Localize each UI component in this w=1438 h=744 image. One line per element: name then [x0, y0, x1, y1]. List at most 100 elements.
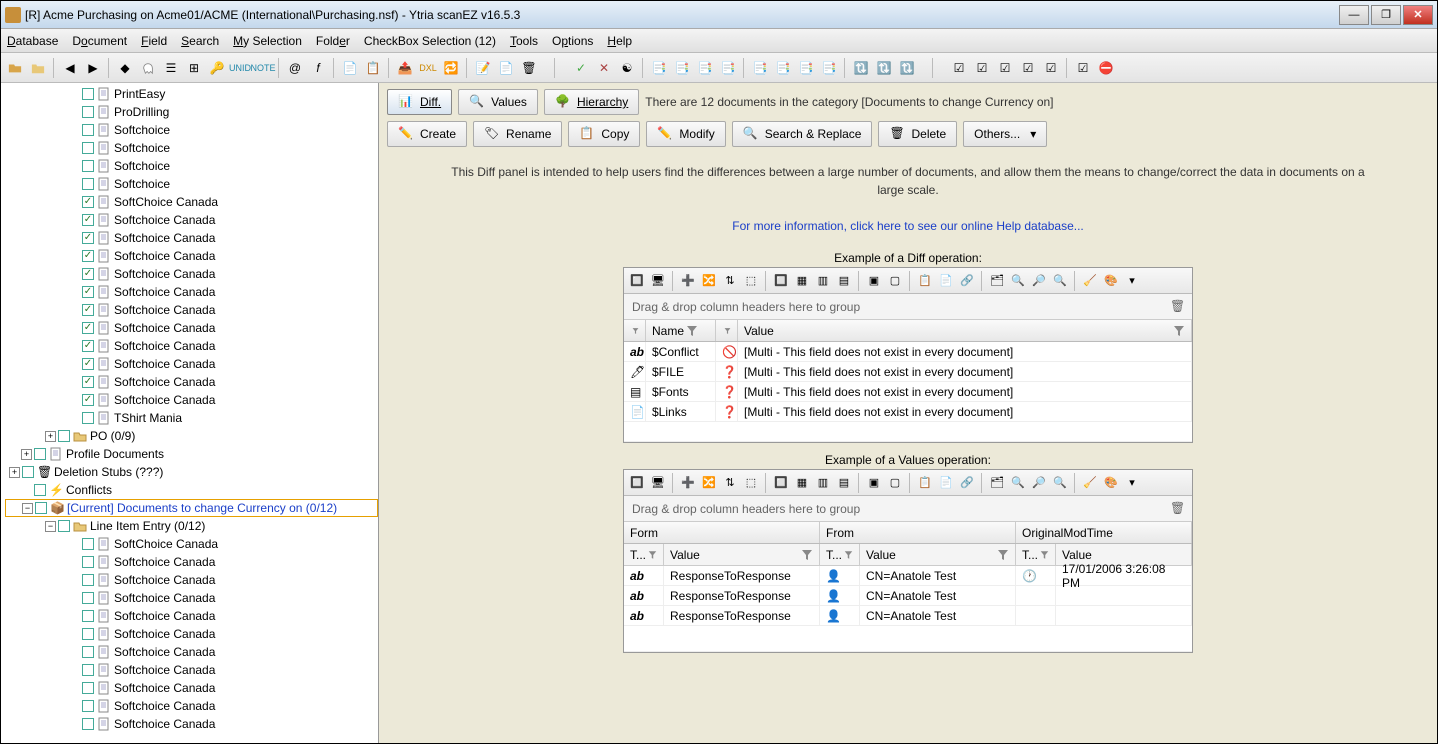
- tree-icon[interactable]: ⊞: [184, 58, 204, 78]
- grid-tb-icon[interactable]: ➕: [679, 272, 697, 290]
- checkbox[interactable]: [82, 268, 94, 280]
- checkbox[interactable]: [82, 160, 94, 172]
- grid1-group-zone[interactable]: Drag & drop column headers here to group…: [624, 294, 1192, 320]
- tree-item[interactable]: Softchoice Canada: [5, 283, 378, 301]
- checkbox[interactable]: [82, 682, 94, 694]
- grid2-group-zone[interactable]: Drag & drop column headers here to group…: [624, 496, 1192, 522]
- tree-item[interactable]: Softchoice Canada: [5, 697, 378, 715]
- tb-f-icon[interactable]: 📑: [773, 58, 793, 78]
- menu-field[interactable]: Field: [141, 34, 167, 48]
- export-icon[interactable]: 📤: [395, 58, 415, 78]
- checkbox[interactable]: [35, 502, 47, 514]
- expand-icon[interactable]: +: [45, 431, 56, 442]
- tree-item[interactable]: Softchoice: [5, 139, 378, 157]
- tb-g-icon[interactable]: 📑: [796, 58, 816, 78]
- trash-icon[interactable]: 🗑: [519, 58, 539, 78]
- grid2-sub-t2[interactable]: T...: [820, 544, 860, 565]
- grid-tb-icon[interactable]: 🔲: [772, 272, 790, 290]
- grid-tb-icon[interactable]: 📄: [937, 272, 955, 290]
- grid-tb-icon[interactable]: 🔎: [1030, 272, 1048, 290]
- grid-tb-icon[interactable]: 📄: [937, 474, 955, 492]
- check-icon[interactable]: ✓: [571, 58, 591, 78]
- hierarchy-button[interactable]: 🌳Hierarchy: [544, 89, 639, 115]
- grid2-row[interactable]: ab ResponseToResponse 👤 CN=Anatole Test …: [624, 566, 1192, 586]
- rename-button[interactable]: 🏷Rename: [473, 121, 562, 147]
- tree-item[interactable]: + PO (0/9): [5, 427, 378, 445]
- checkbox[interactable]: [82, 646, 94, 658]
- diff-button[interactable]: 📊Diff.: [387, 89, 452, 115]
- checkbox[interactable]: [82, 592, 94, 604]
- tree-item[interactable]: Softchoice Canada: [5, 625, 378, 643]
- tree-item[interactable]: Softchoice Canada: [5, 211, 378, 229]
- tree-item[interactable]: SoftChoice Canada: [5, 193, 378, 211]
- grid1-row[interactable]: ab $Conflict 🚫 [Multi - This field does …: [624, 342, 1192, 362]
- tree-panel[interactable]: PrintEasy ProDrilling Softchoice Softcho…: [1, 83, 379, 743]
- grid-tb-icon[interactable]: 🔲: [628, 474, 646, 492]
- grid-tb-icon[interactable]: ▢: [886, 272, 904, 290]
- grid-tb-icon[interactable]: 🔍: [1051, 272, 1069, 290]
- checkbox[interactable]: [82, 556, 94, 568]
- grid1-col-name[interactable]: Name: [646, 320, 716, 341]
- expand-icon[interactable]: +: [21, 449, 32, 460]
- grid-tb-icon[interactable]: 🔲: [628, 272, 646, 290]
- chk6-icon[interactable]: ☑: [1073, 58, 1093, 78]
- at-icon[interactable]: @: [285, 58, 305, 78]
- checkbox[interactable]: [82, 232, 94, 244]
- grid-tb-icon[interactable]: ▢: [886, 474, 904, 492]
- tree-item[interactable]: Softchoice Canada: [5, 571, 378, 589]
- tb-k-icon[interactable]: 🔃: [897, 58, 917, 78]
- tree-item[interactable]: Softchoice Canada: [5, 265, 378, 283]
- grid1-row[interactable]: ▤ $Fonts ❓ [Multi - This field does not …: [624, 382, 1192, 402]
- f-icon[interactable]: f: [308, 58, 328, 78]
- menu-options[interactable]: Options: [552, 34, 593, 48]
- grid-tb-icon[interactable]: ▣: [865, 272, 883, 290]
- tree-item[interactable]: Softchoice Canada: [5, 607, 378, 625]
- note-icon[interactable]: NOTE: [253, 58, 273, 78]
- tree-item[interactable]: Softchoice Canada: [5, 247, 378, 265]
- grid-tb-icon[interactable]: 🧹: [1081, 474, 1099, 492]
- expand-icon[interactable]: −: [45, 521, 56, 532]
- stop-icon[interactable]: ⛔: [1096, 58, 1116, 78]
- checkbox[interactable]: [82, 628, 94, 640]
- grid-tb-icon[interactable]: 🧹: [1081, 272, 1099, 290]
- tree-item[interactable]: − 📦 [Current] Documents to change Curren…: [5, 499, 378, 517]
- maximize-button[interactable]: ❐: [1371, 5, 1401, 25]
- create-button[interactable]: ✏️Create: [387, 121, 467, 147]
- checkbox[interactable]: [82, 718, 94, 730]
- grid-tb-icon[interactable]: 🔍: [1009, 474, 1027, 492]
- grid-tb-icon[interactable]: ▦: [793, 272, 811, 290]
- diamond-icon[interactable]: ◆: [115, 58, 135, 78]
- grid-tb-icon[interactable]: 🎨: [1102, 272, 1120, 290]
- grid-tb-icon[interactable]: 🔀: [700, 272, 718, 290]
- grid1-row[interactable]: 🖊 $FILE ❓ [Multi - This field does not e…: [624, 362, 1192, 382]
- menu-document[interactable]: Document: [72, 34, 127, 48]
- tree-item[interactable]: + Profile Documents: [5, 445, 378, 463]
- checkbox[interactable]: [82, 286, 94, 298]
- chk5-icon[interactable]: ☑: [1041, 58, 1061, 78]
- menu-checkbox[interactable]: CheckBox Selection (12): [364, 34, 496, 48]
- modify-button[interactable]: ✏️Modify: [646, 121, 725, 147]
- grid2-col-from[interactable]: From: [820, 522, 1016, 543]
- tb-d-icon[interactable]: 📑: [718, 58, 738, 78]
- doc-del-icon[interactable]: 📄: [496, 58, 516, 78]
- checkbox[interactable]: [82, 358, 94, 370]
- grid-tb-icon[interactable]: ▾: [1123, 272, 1141, 290]
- delete-button[interactable]: 🗑Delete: [878, 121, 957, 147]
- grid-tb-icon[interactable]: 🔍: [1051, 474, 1069, 492]
- grid-tb-icon[interactable]: 🖥: [649, 272, 667, 290]
- tb-i-icon[interactable]: 🔃: [851, 58, 871, 78]
- tb-j-icon[interactable]: 🔃: [874, 58, 894, 78]
- chk1-icon[interactable]: ☑: [949, 58, 969, 78]
- tree-item[interactable]: ⚡ Conflicts: [5, 481, 378, 499]
- tree-item[interactable]: PrintEasy: [5, 85, 378, 103]
- grid2-col-origmod[interactable]: OriginalModTime: [1016, 522, 1192, 543]
- tree-item[interactable]: Softchoice Canada: [5, 589, 378, 607]
- grid2-sub-t1[interactable]: T...: [624, 544, 664, 565]
- tree-item[interactable]: Softchoice Canada: [5, 391, 378, 409]
- expand-icon[interactable]: +: [9, 467, 20, 478]
- arrow-left-icon[interactable]: ◀: [60, 58, 80, 78]
- grid-tb-icon[interactable]: ▥: [814, 474, 832, 492]
- grid2-sub-v1[interactable]: Value: [664, 544, 820, 565]
- folder-icon[interactable]: [28, 58, 48, 78]
- search-replace-button[interactable]: 🔍Search & Replace: [732, 121, 873, 147]
